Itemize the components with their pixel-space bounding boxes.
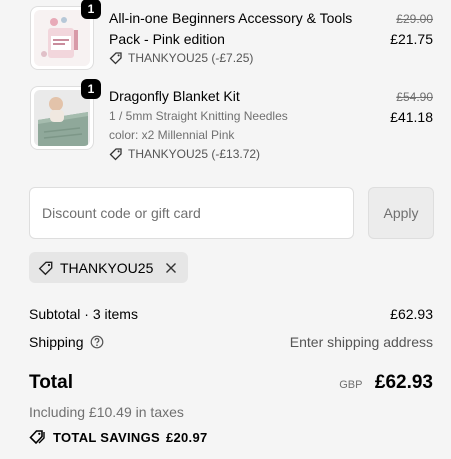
blanket-kit-image — [34, 90, 90, 146]
savings-tag-icon — [29, 430, 45, 445]
final-price: £41.18 — [390, 109, 433, 125]
savings-value: £20.97 — [165, 429, 208, 445]
help-icon[interactable] — [90, 335, 104, 349]
tag-icon — [38, 261, 53, 275]
product-title: All-in-one Beginners Accessory & Tools P… — [109, 10, 353, 47]
product-color: color: x2 Millennial Pink — [109, 128, 235, 142]
subtotal-label: Subtotal · 3 items — [29, 306, 138, 322]
item-discount-label: THANKYOU25 (-£13.72) — [128, 147, 261, 161]
total-label: Total — [29, 372, 73, 393]
quantity-badge: 1 — [81, 0, 101, 19]
shipping-label: Shipping — [29, 334, 84, 350]
applied-code-label: THANKYOU25 — [60, 259, 154, 276]
tools-pack-image — [34, 10, 90, 66]
product-title: Dragonfly Blanket Kit — [109, 88, 240, 104]
currency-code: GBP — [339, 379, 363, 391]
total-savings: TOTAL SAVINGS £20.97 — [29, 429, 208, 445]
subtotal-value: £62.93 — [390, 306, 433, 322]
tag-icon — [109, 148, 122, 161]
shipping-row: Shipping Enter shipping address — [29, 334, 433, 350]
total-value: £62.93 — [374, 372, 433, 393]
applied-discount-chip: THANKYOU25 — [29, 252, 189, 283]
apply-discount-button[interactable]: Apply — [368, 187, 434, 239]
savings-label: TOTAL SAVINGS — [53, 429, 160, 445]
original-price: £29.00 — [396, 12, 433, 26]
item-discount-label: THANKYOU25 (-£7.25) — [128, 51, 254, 65]
final-price: £21.75 — [390, 31, 433, 47]
subtotal-row: Subtotal · 3 items £62.93 — [29, 306, 433, 322]
item-discount: THANKYOU25 (-£13.72) — [109, 147, 260, 161]
item-discount: THANKYOU25 (-£7.25) — [109, 51, 253, 65]
tax-line: Including £10.49 in taxes — [29, 404, 184, 420]
close-icon[interactable] — [163, 260, 179, 276]
product-thumbnail: 1 — [30, 0, 101, 70]
product-thumbnail: 1 — [30, 79, 101, 150]
quantity-badge: 1 — [81, 79, 101, 99]
discount-code-input[interactable] — [29, 187, 354, 239]
discount-form: Apply — [29, 187, 434, 239]
total-row: Total GBP £62.93 — [29, 372, 433, 394]
shipping-value: Enter shipping address — [289, 334, 433, 350]
original-price: £54.90 — [396, 90, 433, 104]
tag-icon — [109, 52, 122, 65]
product-variant: 1 / 5mm Straight Knitting Needles — [109, 109, 288, 123]
